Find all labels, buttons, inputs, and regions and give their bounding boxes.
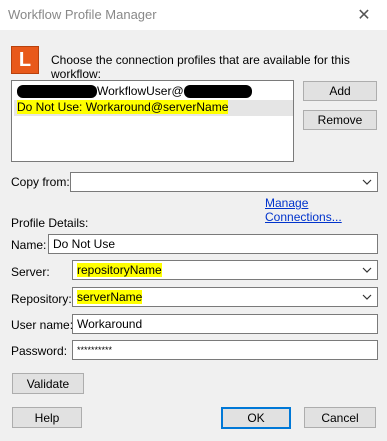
name-label: Name: (11, 238, 47, 252)
remove-button[interactable]: Remove (303, 110, 377, 130)
redacted-block (183, 85, 252, 99)
close-icon: ✕ (357, 7, 371, 24)
username-label: User name: (11, 318, 74, 332)
list-item-selected[interactable]: Do Not Use: Workaround@serverName (14, 100, 293, 116)
repository-label: Repository: (11, 292, 72, 306)
ok-button[interactable]: OK (221, 407, 291, 429)
app-logo-letter: L (18, 48, 32, 71)
chevron-down-icon (362, 179, 372, 185)
list-item[interactable]: WorkflowUser@ (17, 84, 290, 100)
window-title: Workflow Profile Manager (8, 7, 157, 22)
copy-from-dropdown[interactable] (70, 172, 378, 192)
list-item-text: WorkflowUser@ (97, 84, 184, 98)
username-field[interactable]: Workaround (72, 314, 378, 334)
repository-value: serverName (77, 290, 143, 304)
add-button[interactable]: Add (303, 81, 377, 101)
list-item-text: Do Not Use: Workaround@serverName (17, 100, 229, 114)
copy-from-label: Copy from: (11, 175, 70, 189)
profile-list[interactable]: WorkflowUser@ Do Not Use: Workaround@ser… (11, 80, 294, 162)
chevron-down-icon (362, 267, 372, 273)
cancel-button[interactable]: Cancel (304, 407, 376, 428)
title-bar: Workflow Profile Manager ✕ (0, 0, 387, 30)
chevron-down-icon (362, 294, 372, 300)
password-value: ********** (77, 345, 113, 355)
profile-details-heading: Profile Details: (11, 216, 89, 230)
password-field[interactable]: ********** (72, 340, 378, 360)
username-value: Workaround (77, 317, 143, 331)
server-dropdown[interactable]: repositoryName (72, 260, 378, 280)
help-button[interactable]: Help (12, 407, 82, 428)
redacted-block (17, 85, 97, 99)
server-label: Server: (11, 265, 50, 279)
close-button[interactable]: ✕ (341, 0, 387, 30)
password-label: Password: (11, 344, 68, 358)
name-field[interactable]: Do Not Use (48, 234, 378, 254)
validate-button[interactable]: Validate (12, 373, 84, 394)
instruction-text: Choose the connection profiles that are … (51, 53, 350, 81)
app-logo-icon: L (11, 46, 39, 74)
name-value: Do Not Use (53, 237, 116, 251)
manage-connections-link[interactable]: Manage Connections... (265, 196, 387, 224)
server-value: repositoryName (77, 263, 162, 277)
repository-dropdown[interactable]: serverName (72, 287, 378, 307)
